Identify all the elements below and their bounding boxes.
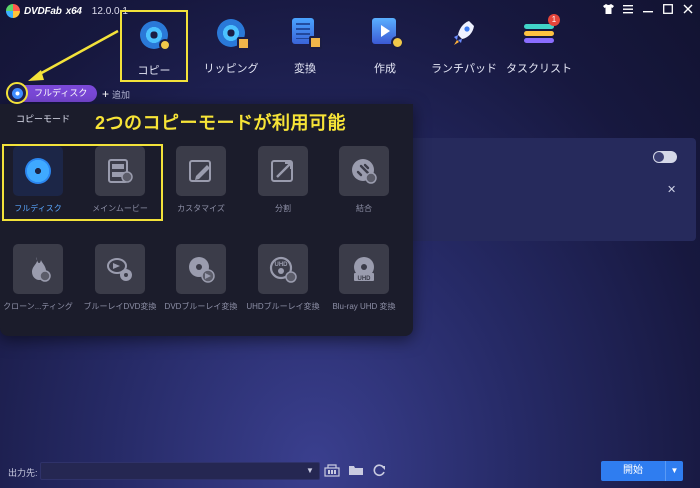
mode-tile-merge[interactable]: 結合 xyxy=(324,146,404,224)
tile-label: UHDブルーレイ変換 xyxy=(246,302,320,311)
tile-label: フルディスク xyxy=(14,204,62,213)
tile-label: Blu-ray UHD 変換 xyxy=(332,302,396,311)
dvdfab-window: DVDFab x64 12.0.0.1 コピー リッピング 変換 作成 ランチパ… xyxy=(0,0,700,488)
iso-icon[interactable] xyxy=(324,463,340,477)
ripper-icon xyxy=(216,18,250,50)
popup-title: コピーモード xyxy=(16,114,71,124)
copy-mode-selector[interactable]: フルディスク xyxy=(6,82,98,104)
creator-icon xyxy=(370,18,404,49)
folder-icon[interactable] xyxy=(348,463,364,477)
plus-icon: + xyxy=(102,87,110,101)
nav-label: 作成 xyxy=(374,63,396,75)
annotation-text: 2つのコピーモードが利用可能 xyxy=(95,113,347,133)
mode-tile-main-movie[interactable]: メインムービー xyxy=(80,146,160,224)
chevron-down-icon[interactable]: ▼ xyxy=(665,461,683,481)
close-icon[interactable] xyxy=(682,4,694,16)
dvd-to-bluray-icon xyxy=(176,244,226,294)
add-button[interactable]: + 追加 xyxy=(102,87,130,101)
tile-label: DVDブルーレイ変換 xyxy=(164,302,238,311)
main-nav: コピー リッピング 変換 作成 ランチパッド 1 タスクリスト xyxy=(120,10,584,82)
mode-tile-split[interactable]: 分割 xyxy=(243,146,323,224)
logo-text: DVDFab xyxy=(24,5,62,17)
clone-burn-icon xyxy=(13,244,63,294)
mode-tile-bluray-to-dvd[interactable]: ブルーレイDVD変換 xyxy=(80,244,160,322)
selected-mode-pill[interactable]: フルディスク xyxy=(22,84,98,102)
nav-label: ランチパッド xyxy=(431,63,497,75)
nav-item-copy[interactable]: コピー xyxy=(120,10,188,82)
nav-item-tasklist[interactable]: 1 タスクリスト xyxy=(494,10,584,82)
bottom-bar: 出力先: ▼ 開始 ▼ xyxy=(0,458,700,488)
nav-item-converter[interactable]: 変換 xyxy=(274,10,336,82)
app-logo: DVDFab x64 12.0.0.1 xyxy=(6,4,128,18)
mode-tile-clone-burn[interactable]: クローン...ティング xyxy=(0,244,78,322)
copy-disc-icon xyxy=(139,20,171,51)
merge-icon xyxy=(339,146,389,196)
window-controls xyxy=(602,4,694,16)
toggle-switch[interactable] xyxy=(653,151,677,163)
dvdfab-logo-icon xyxy=(6,4,20,18)
mode-tile-dvd-to-bluray[interactable]: DVDブルーレイ変換 xyxy=(161,244,241,322)
tile-label: 結合 xyxy=(356,204,372,213)
copy-mode-popup: コピーモード 2つのコピーモードが利用可能 フルディスク メインムービー カスタ… xyxy=(0,104,413,336)
nav-item-creator[interactable]: 作成 xyxy=(336,10,434,82)
tile-label: クローン...ティング xyxy=(3,302,73,311)
uhd-to-bluray-icon: UHD xyxy=(258,244,308,294)
svg-text:UHD: UHD xyxy=(275,262,289,268)
remove-source-icon[interactable]: ✕ xyxy=(667,183,676,196)
tile-label: ブルーレイDVD変換 xyxy=(83,302,157,311)
mode-tile-customize[interactable]: カスタマイズ xyxy=(161,146,241,224)
tasklist-icon: 1 xyxy=(524,14,560,48)
output-dropdown-icon[interactable]: ▼ xyxy=(306,466,314,475)
customize-icon xyxy=(176,146,226,196)
output-label: 出力先: xyxy=(8,468,38,478)
mode-tile-full-disc[interactable]: フルディスク xyxy=(0,146,78,224)
shirt-icon[interactable] xyxy=(602,4,614,16)
maximize-icon[interactable] xyxy=(662,4,674,16)
svg-text:UHD: UHD xyxy=(358,276,372,282)
tile-label: 分割 xyxy=(275,204,291,213)
tile-label: カスタマイズ xyxy=(177,204,225,213)
nav-label: タスクリスト xyxy=(506,63,572,75)
tile-label: メインムービー xyxy=(92,204,148,213)
source-panel xyxy=(400,138,696,241)
refresh-icon[interactable] xyxy=(371,463,387,477)
launchpad-rocket-icon xyxy=(449,18,479,48)
start-button[interactable]: 開始 ▼ xyxy=(601,461,683,481)
tasklist-badge: 1 xyxy=(548,14,560,26)
nav-label: 変換 xyxy=(294,63,316,75)
nav-label: コピー xyxy=(137,65,171,77)
nav-item-ripper[interactable]: リッピング xyxy=(188,10,274,82)
add-label: 追加 xyxy=(112,89,131,100)
minimize-icon[interactable] xyxy=(642,4,654,16)
output-path-field[interactable] xyxy=(40,462,320,480)
bluray-to-uhd-icon: UHD xyxy=(339,244,389,294)
menu-icon[interactable] xyxy=(622,4,634,16)
mode-switch-icon[interactable] xyxy=(6,82,28,104)
main-movie-icon xyxy=(95,146,145,196)
nav-item-launchpad[interactable]: ランチパッド xyxy=(431,10,497,82)
mode-tile-bluray-to-uhd[interactable]: UHD Blu-ray UHD 変換 xyxy=(324,244,404,322)
edition-text: x64 xyxy=(65,5,82,17)
full-disc-icon xyxy=(13,146,63,196)
start-label: 開始 xyxy=(623,465,643,476)
converter-icon xyxy=(290,18,322,49)
bluray-to-dvd-icon xyxy=(95,244,145,294)
nav-label: リッピング xyxy=(203,63,259,75)
split-icon xyxy=(258,146,308,196)
mode-tile-uhd-to-bluray[interactable]: UHD UHDブルーレイ変換 xyxy=(243,244,323,322)
